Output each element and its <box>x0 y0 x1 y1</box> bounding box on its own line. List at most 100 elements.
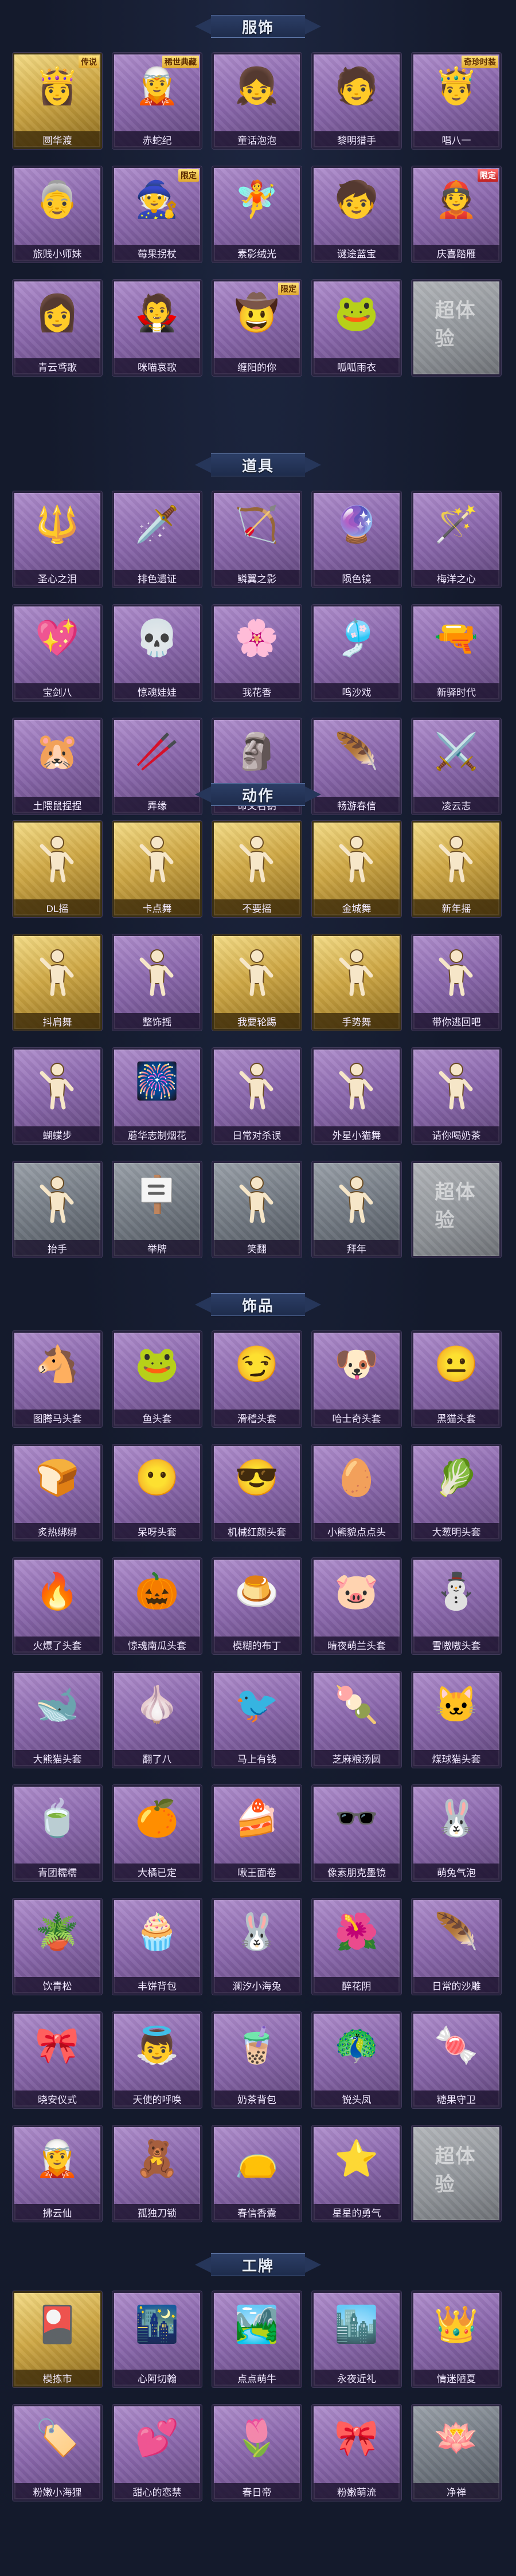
item-card[interactable]: 🪶 畅游春信 <box>312 718 401 815</box>
item-card[interactable]: 🐴 图腾马头套 <box>13 1331 102 1427</box>
item-card[interactable]: 🏹 鳞翼之影 <box>212 491 302 588</box>
item-card[interactable]: 🐶 哈士奇头套 <box>312 1331 401 1427</box>
item-card[interactable]: 🏞️ 点点萌牛 <box>212 2291 302 2387</box>
item-card[interactable]: 🧁 丰饼背包 <box>112 1898 202 1995</box>
item-card[interactable]: 💖 宝剑八 <box>13 605 102 701</box>
item-card[interactable]: 👧 童话泡泡 <box>212 53 302 149</box>
item-card[interactable]: 蝴蝶步 <box>13 1048 102 1144</box>
item-card[interactable]: 🐰 萌兔气泡 <box>412 1785 501 1881</box>
item-card[interactable]: 👝 春信香囊 <box>212 2125 302 2222</box>
item-card[interactable]: 🌷 春日帝 <box>212 2405 302 2501</box>
item-card[interactable]: 🤴 奇珍时装 唱八一 <box>412 53 501 149</box>
item-card[interactable]: 👸 传说 圆华渡 <box>13 53 102 149</box>
item-card[interactable]: 🍞 炙热绑绑 <box>13 1444 102 1541</box>
item-card[interactable]: 🧝 稀世典藏 赤蛇纪 <box>112 53 202 149</box>
item-card[interactable]: 🥚 小熊貌点点头 <box>312 1444 401 1541</box>
item-card[interactable]: DL摇 <box>13 821 102 917</box>
locked-slot-card[interactable]: 超体验 <box>412 280 501 376</box>
item-card[interactable]: 新年摇 <box>412 821 501 917</box>
item-card[interactable]: 抖肩舞 <box>13 934 102 1031</box>
item-card[interactable]: 🧋 奶茶背包 <box>212 2012 302 2108</box>
item-card[interactable]: 😐 黑猫头套 <box>412 1331 501 1427</box>
item-card[interactable]: ⚔️ 凌云志 <box>412 718 501 815</box>
item-card[interactable]: 🧝 拂云仙 <box>13 2125 102 2222</box>
item-card[interactable]: 🍮 模糊的布丁 <box>212 1558 302 1654</box>
item-card[interactable]: 卡点舞 <box>112 821 202 917</box>
item-card[interactable]: 🐹 土隈鼠捏捏 <box>13 718 102 815</box>
item-card[interactable]: 🧛 咪喵哀歌 <box>112 280 202 376</box>
item-card[interactable]: 🪧 举牌 <box>112 1161 202 1258</box>
item-card[interactable]: 整饰摇 <box>112 934 202 1031</box>
item-card[interactable]: 不要摇 <box>212 821 302 917</box>
item-card[interactable]: 🐰 澜汐小海兔 <box>212 1898 302 1995</box>
item-card[interactable]: 👩 青云鸢歌 <box>13 280 102 376</box>
item-card[interactable]: 👑 情迷陋夏 <box>412 2291 501 2387</box>
item-card[interactable]: 🐱 煤球猫头套 <box>412 1671 501 1768</box>
item-card[interactable]: 🍬 糖果守卫 <box>412 2012 501 2108</box>
item-card[interactable]: 金城舞 <box>312 821 401 917</box>
item-card[interactable]: 抬手 <box>13 1161 102 1258</box>
item-card[interactable]: 🎴 模拣市 <box>13 2291 102 2387</box>
item-card[interactable]: 🎃 惊魂南瓜头套 <box>112 1558 202 1654</box>
item-card[interactable]: 🎐 鸣沙戏 <box>312 605 401 701</box>
item-card[interactable]: 请你喝奶茶 <box>412 1048 501 1144</box>
locked-slot-card[interactable]: 超体验 <box>412 2125 501 2222</box>
item-card[interactable]: 🪷 净禅 <box>412 2405 501 2501</box>
item-card[interactable]: 🎆 蘑华志制烟花 <box>112 1048 202 1144</box>
item-card[interactable]: 👲 限定 庆喜踏雁 <box>412 166 501 263</box>
item-card[interactable]: 😎 机械红颜头套 <box>212 1444 302 1541</box>
item-card[interactable]: 🍰 啾王面卷 <box>212 1785 302 1881</box>
item-card[interactable]: 😏 滑稽头套 <box>212 1331 302 1427</box>
item-card[interactable]: 🪶 日常的沙雕 <box>412 1898 501 1995</box>
item-card[interactable]: 🪴 饮青松 <box>13 1898 102 1995</box>
item-card[interactable]: 🔮 陨色镜 <box>312 491 401 588</box>
item-card[interactable]: 👵 旅贱小师妹 <box>13 166 102 263</box>
item-card[interactable]: 🧄 翻了八 <box>112 1671 202 1768</box>
item-card[interactable]: 外星小猫舞 <box>312 1048 401 1144</box>
item-card[interactable]: 🥬 大葱明头套 <box>412 1444 501 1541</box>
item-card[interactable]: 🔫 新驿时代 <box>412 605 501 701</box>
item-card[interactable]: 🐋 大熊猫头套 <box>13 1671 102 1768</box>
item-card[interactable]: 💀 惊魂娃娃 <box>112 605 202 701</box>
item-card[interactable]: 🍵 青团糯糯 <box>13 1785 102 1881</box>
item-card[interactable]: 🎀 粉嫩萌流 <box>312 2405 401 2501</box>
locked-slot-card[interactable]: 超体验 <box>412 1161 501 1258</box>
item-card[interactable]: 🌃 心阿切翰 <box>112 2291 202 2387</box>
card-frame <box>214 2406 300 2499</box>
item-card[interactable]: 🧑 黎明猎手 <box>312 53 401 149</box>
item-card[interactable]: 💕 甜心的恋禁 <box>112 2405 202 2501</box>
item-card[interactable]: 🏷️ 粉嫩小海狸 <box>13 2405 102 2501</box>
item-card[interactable]: 🧙 限定 莓果拐杖 <box>112 166 202 263</box>
item-card[interactable]: 笑翻 <box>212 1161 302 1258</box>
item-card[interactable]: 🐸 呱呱雨衣 <box>312 280 401 376</box>
item-card[interactable]: 👼 天使的呼唤 <box>112 2012 202 2108</box>
item-card[interactable]: 🤠 限定 缠阳的你 <box>212 280 302 376</box>
item-card[interactable]: 🥢 弄缘 <box>112 718 202 815</box>
item-card[interactable]: 🧚 素影绒光 <box>212 166 302 263</box>
item-card[interactable]: 🐸 鱼头套 <box>112 1331 202 1427</box>
item-card[interactable]: 日常对杀误 <box>212 1048 302 1144</box>
item-card[interactable]: 拜年 <box>312 1161 401 1258</box>
item-card[interactable]: 带你逃回吧 <box>412 934 501 1031</box>
item-card[interactable]: 🌸 我花香 <box>212 605 302 701</box>
item-card[interactable]: 🧸 孤独刀锁 <box>112 2125 202 2222</box>
item-card[interactable]: 我要轮踢 <box>212 934 302 1031</box>
item-card[interactable]: 🍊 大橘已定 <box>112 1785 202 1881</box>
item-card[interactable]: ⛄ 雪嗷嗷头套 <box>412 1558 501 1654</box>
item-card[interactable]: 🪄 梅洋之心 <box>412 491 501 588</box>
item-card[interactable]: 🔥 火爆了头套 <box>13 1558 102 1654</box>
item-card[interactable]: 🐦 马上有钱 <box>212 1671 302 1768</box>
item-card[interactable]: 🏙️ 永夜近礼 <box>312 2291 401 2387</box>
item-card[interactable]: 🔱 圣心之泪 <box>13 491 102 588</box>
item-card[interactable]: 😶 呆呀头套 <box>112 1444 202 1541</box>
item-card[interactable]: ⭐ 星星的勇气 <box>312 2125 401 2222</box>
item-card[interactable]: 🦚 锐头凤 <box>312 2012 401 2108</box>
item-card[interactable]: 🗡️ 排色遗证 <box>112 491 202 588</box>
item-card[interactable]: 🌺 醉花阴 <box>312 1898 401 1995</box>
item-card[interactable]: 🎀 晓安仪式 <box>13 2012 102 2108</box>
item-card[interactable]: 手势舞 <box>312 934 401 1031</box>
item-card[interactable]: 🧒 谜途蓝宝 <box>312 166 401 263</box>
item-card[interactable]: 🍡 芝麻粮汤圆 <box>312 1671 401 1768</box>
item-card[interactable]: 🐷 晴夜萌兰头套 <box>312 1558 401 1654</box>
item-card[interactable]: 🕶️ 像素朋克墨镜 <box>312 1785 401 1881</box>
